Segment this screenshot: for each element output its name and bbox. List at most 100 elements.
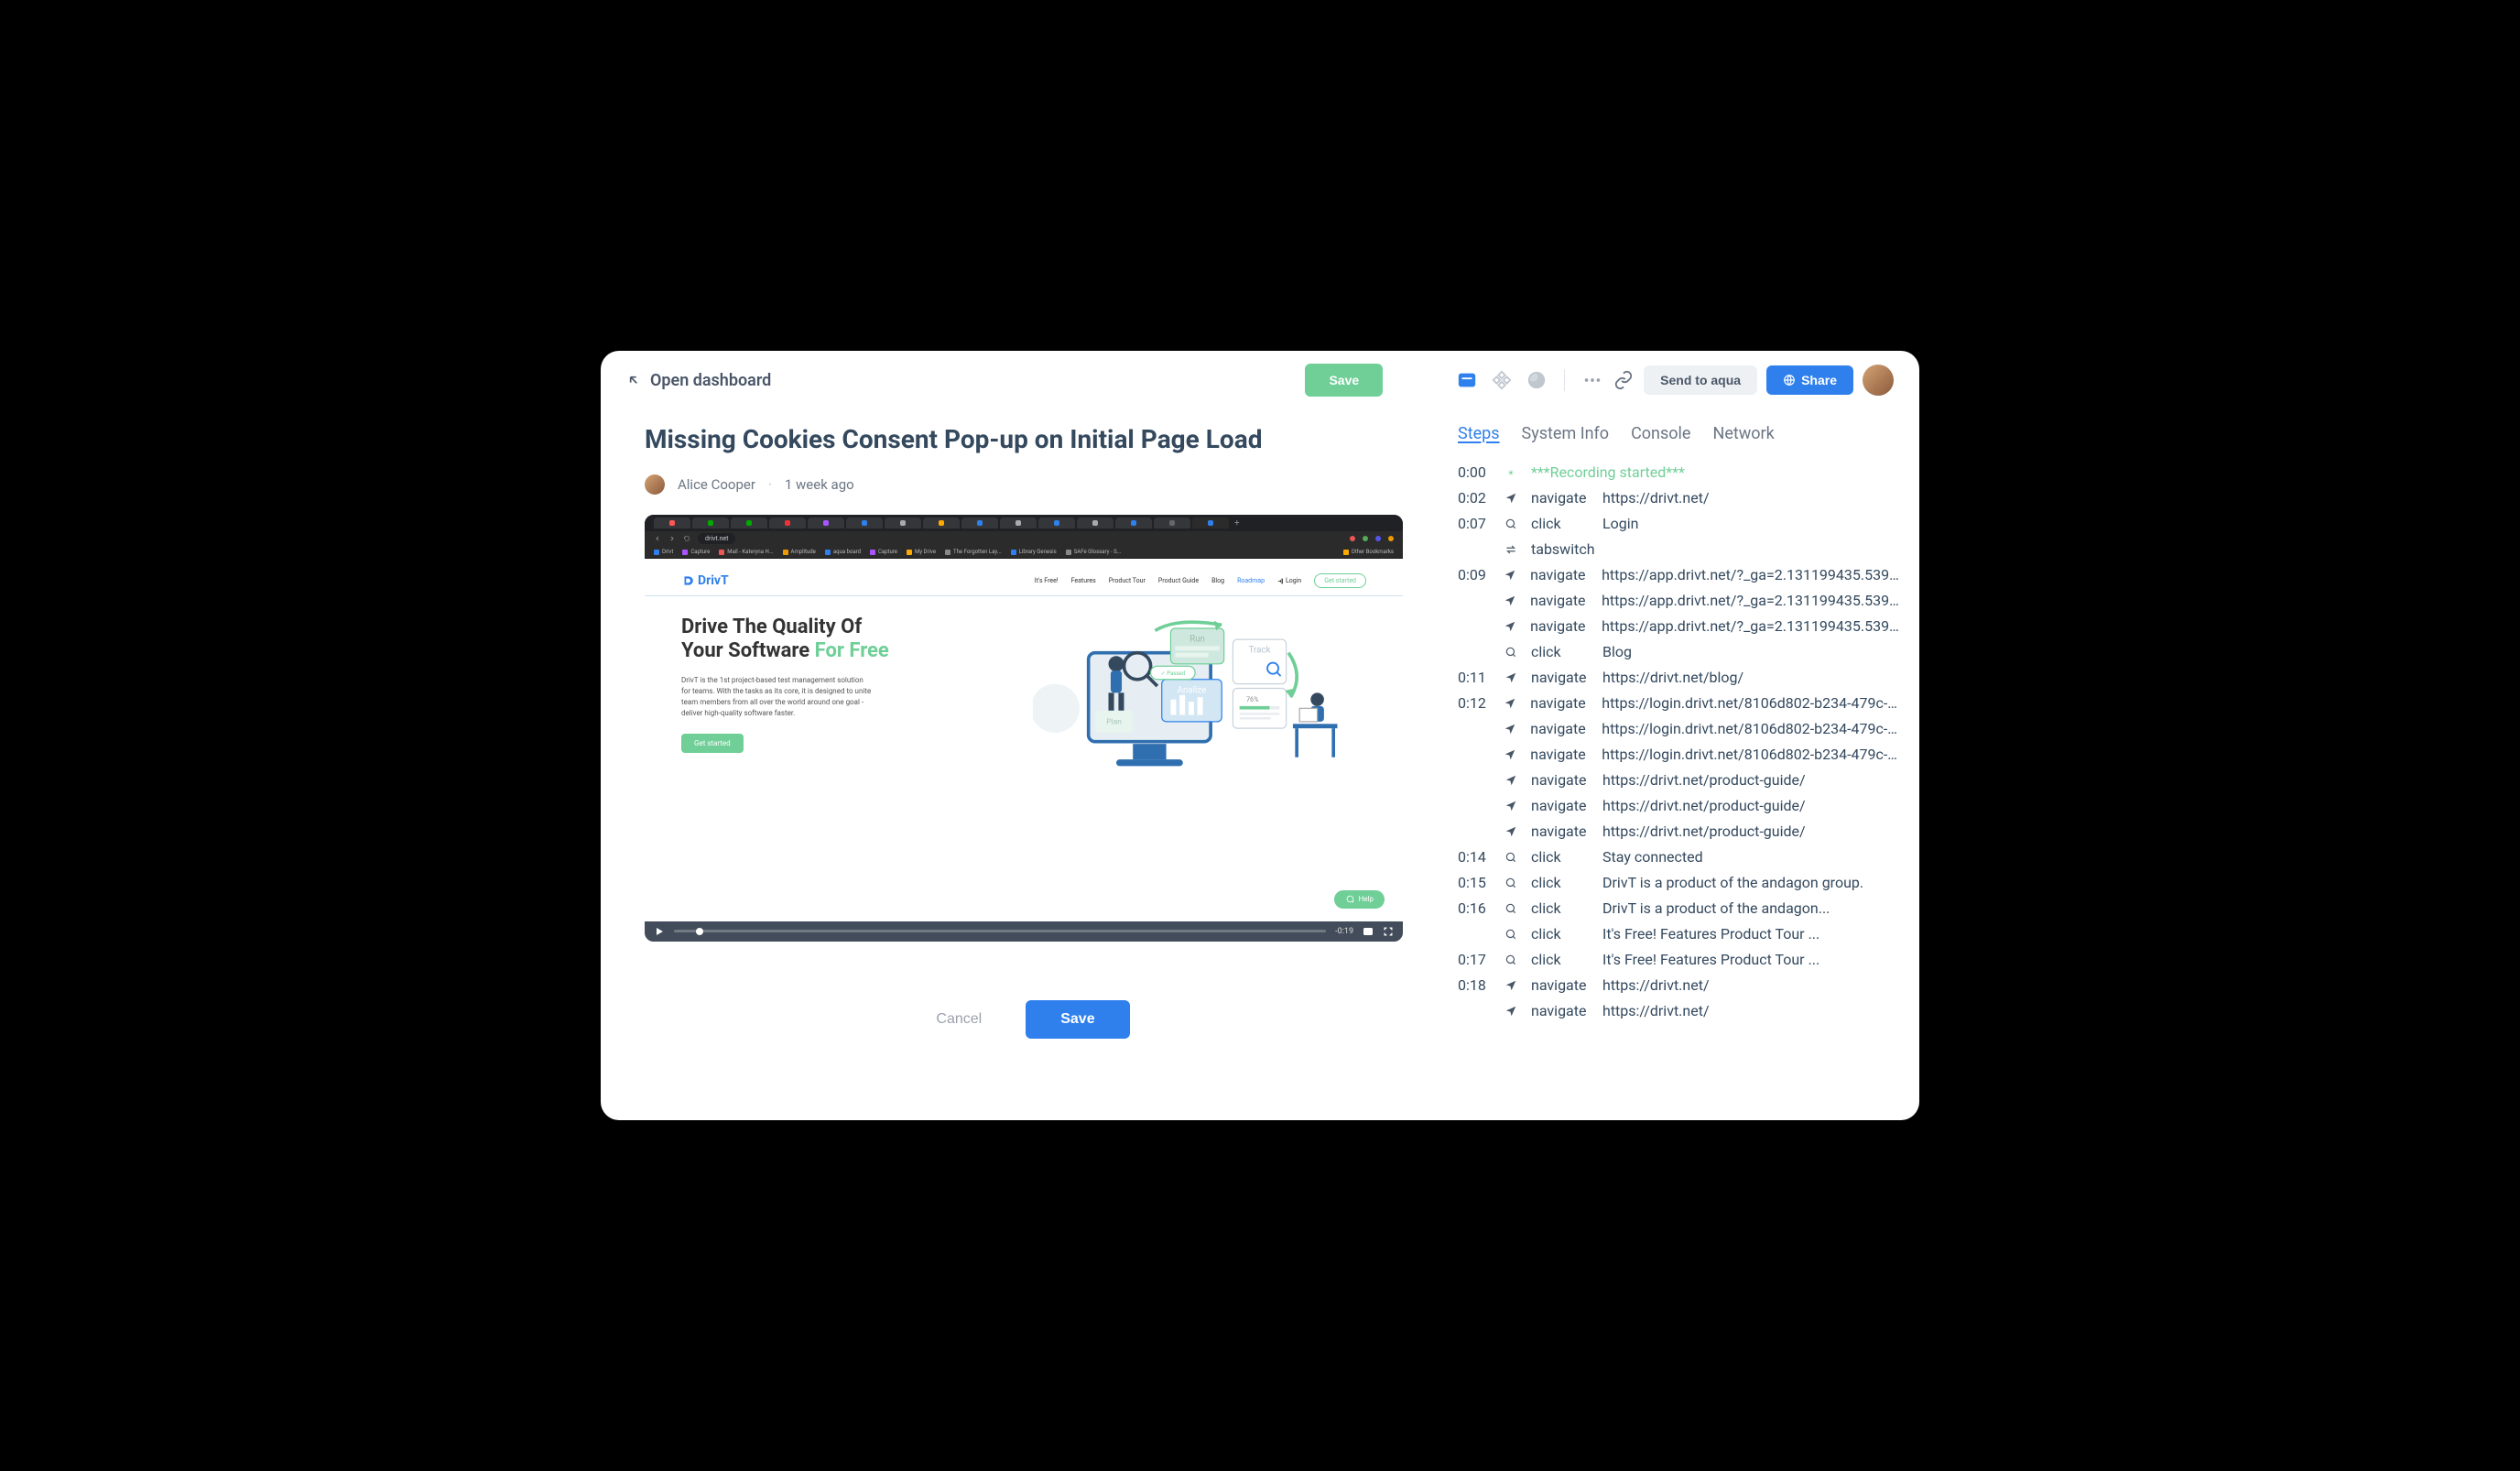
step-action: click xyxy=(1531,643,1590,660)
step-row[interactable]: click Blog xyxy=(1458,643,1901,660)
switch-icon xyxy=(1504,542,1518,557)
step-row[interactable]: clickIt's Free! Features Product Tour ..… xyxy=(1458,925,1901,943)
recording-player[interactable]: + drivt.net DrivtCaptureMail - Kateryna … xyxy=(645,515,1403,942)
step-action: navigate xyxy=(1531,669,1590,686)
step-target: https://app.drivt.net/?_ga=2.131199435.5… xyxy=(1602,566,1901,583)
step-row[interactable]: 0:14clickStay connected xyxy=(1458,848,1901,866)
svg-text:Analize: Analize xyxy=(1178,685,1207,695)
step-time: 0:07 xyxy=(1458,515,1491,532)
step-target: https://drivt.net/product-guide/ xyxy=(1602,823,1806,840)
tab-console[interactable]: Console xyxy=(1631,424,1690,445)
click-icon xyxy=(1504,645,1518,659)
step-time: 0:12 xyxy=(1458,694,1490,712)
step-row[interactable]: 0:15clickDrivT is a product of the andag… xyxy=(1458,874,1901,891)
nav-icon xyxy=(1504,491,1518,506)
step-row[interactable]: 0:09navigatehttps://app.drivt.net/?_ga=2… xyxy=(1458,566,1901,583)
page-nav-links: It's Free! Features Product Tour Product… xyxy=(1035,573,1366,588)
step-target: It's Free! Features Product Tour ... xyxy=(1602,951,1819,968)
step-row[interactable]: 0:16clickDrivT is a product of the andag… xyxy=(1458,899,1901,917)
bookmark-item: Mail - Kateryna H... xyxy=(719,549,773,555)
step-target: ***Recording started*** xyxy=(1531,463,1685,481)
step-row[interactable]: 0:18navigatehttps://drivt.net/ xyxy=(1458,976,1901,994)
link-icon[interactable] xyxy=(1613,369,1635,391)
divider xyxy=(1564,369,1565,391)
step-row[interactable]: navigatehttps://drivt.net/product-guide/ xyxy=(1458,771,1901,789)
tab-network[interactable]: Network xyxy=(1712,424,1774,445)
step-time: 0:11 xyxy=(1458,669,1491,686)
fullscreen-icon[interactable] xyxy=(1383,926,1394,937)
more-icon[interactable] xyxy=(1581,369,1603,391)
step-row[interactable]: tabswitch xyxy=(1458,540,1901,558)
step-target: Blog xyxy=(1602,643,1632,660)
integration-icon-3[interactable] xyxy=(1526,369,1548,391)
step-time: 0:09 xyxy=(1458,566,1490,583)
step-time: 0:02 xyxy=(1458,489,1491,507)
progress-bar[interactable] xyxy=(674,930,1326,932)
bookmark-item: Capture xyxy=(682,549,710,555)
play-icon[interactable] xyxy=(654,926,665,937)
click-icon xyxy=(1504,927,1518,942)
nav-icon xyxy=(1504,824,1518,839)
svg-text:Track: Track xyxy=(1249,646,1271,656)
left-pane: Missing Cookies Consent Pop-up on Initia… xyxy=(601,409,1439,1120)
send-to-aqua-button[interactable]: Send to aqua xyxy=(1644,365,1757,395)
cancel-button[interactable]: Cancel xyxy=(918,1000,1000,1039)
click-icon xyxy=(1504,517,1518,531)
step-row[interactable]: navigate https://app.drivt.net/?_ga=2.131… xyxy=(1458,592,1901,609)
step-target: https://app.drivt.net/?_ga=2.131199435.5… xyxy=(1602,592,1901,609)
step-action: click xyxy=(1531,951,1590,968)
nav-icon xyxy=(1503,696,1517,711)
step-row[interactable]: navigatehttps://login.drivt.net/8106d802… xyxy=(1458,720,1901,737)
nav-icon xyxy=(1504,773,1518,788)
tab-system-info[interactable]: System Info xyxy=(1522,424,1610,445)
step-row[interactable]: navigatehttps://app.drivt.net/?_ga=2.131… xyxy=(1458,617,1901,635)
step-row[interactable]: 0:17clickIt's Free! Features Product Tou… xyxy=(1458,951,1901,968)
step-action: navigate xyxy=(1531,823,1590,840)
svg-text:✓ Passed: ✓ Passed xyxy=(1161,670,1186,677)
integration-icon-1[interactable] xyxy=(1456,369,1478,391)
tab-steps[interactable]: Steps xyxy=(1458,424,1500,445)
author-name: Alice Cooper xyxy=(678,476,755,493)
step-action: click xyxy=(1531,848,1590,866)
step-action: navigate xyxy=(1530,592,1589,609)
step-row[interactable]: 0:00***Recording started*** xyxy=(1458,463,1901,481)
share-button[interactable]: Share xyxy=(1766,365,1853,395)
step-target: https://drivt.net/product-guide/ xyxy=(1602,797,1806,814)
open-dashboard-link[interactable]: Open dashboard xyxy=(626,371,771,390)
nav-icon xyxy=(1504,1004,1518,1019)
hero-cta: Get started xyxy=(681,734,744,753)
nav-icon xyxy=(1503,722,1517,736)
bookmark-item: The Forgotten Lay... xyxy=(945,549,1002,555)
step-row[interactable]: 0:12navigatehttps://login.drivt.net/8106… xyxy=(1458,694,1901,712)
step-row[interactable]: navigatehttps://login.drivt.net/8106d802… xyxy=(1458,746,1901,763)
svg-text:Plan: Plan xyxy=(1106,717,1122,726)
hero-description: DrivT is the 1st project-based test mana… xyxy=(681,675,874,719)
save-button[interactable]: Save xyxy=(1026,1000,1129,1039)
step-time: 0:15 xyxy=(1458,874,1491,891)
step-row[interactable]: 0:07clickLogin xyxy=(1458,515,1901,532)
tabs: Steps System Info Console Network xyxy=(1458,424,1901,445)
pip-icon[interactable] xyxy=(1363,926,1374,937)
issue-age: 1 week ago xyxy=(785,476,854,493)
step-row[interactable]: 0:11navigatehttps://drivt.net/blog/ xyxy=(1458,669,1901,686)
step-action: tabswitch xyxy=(1531,540,1595,558)
click-icon xyxy=(1504,901,1518,916)
integration-icon-2[interactable] xyxy=(1491,369,1513,391)
user-avatar[interactable] xyxy=(1863,365,1894,396)
player-controls[interactable]: -0:19 xyxy=(645,921,1403,942)
step-target: Stay connected xyxy=(1602,848,1703,866)
step-action: navigate xyxy=(1531,797,1590,814)
step-action: navigate xyxy=(1530,720,1589,737)
step-action: navigate xyxy=(1531,976,1590,994)
click-icon xyxy=(1504,953,1518,967)
issue-meta: Alice Cooper · 1 week ago xyxy=(645,474,1403,495)
step-target: https://login.drivt.net/8106d802-b234-47… xyxy=(1602,694,1901,712)
save-top-button[interactable]: Save xyxy=(1305,364,1383,397)
meta-separator: · xyxy=(768,476,772,493)
step-row[interactable]: navigatehttps://drivt.net/ xyxy=(1458,1002,1901,1019)
step-row[interactable]: 0:02navigatehttps://drivt.net/ xyxy=(1458,489,1901,507)
step-row[interactable]: navigate https://drivt.net/product-guide/ xyxy=(1458,823,1901,840)
step-time: 0:16 xyxy=(1458,899,1491,917)
click-icon xyxy=(1504,850,1518,865)
step-row[interactable]: navigate https://drivt.net/product-guide/ xyxy=(1458,797,1901,814)
